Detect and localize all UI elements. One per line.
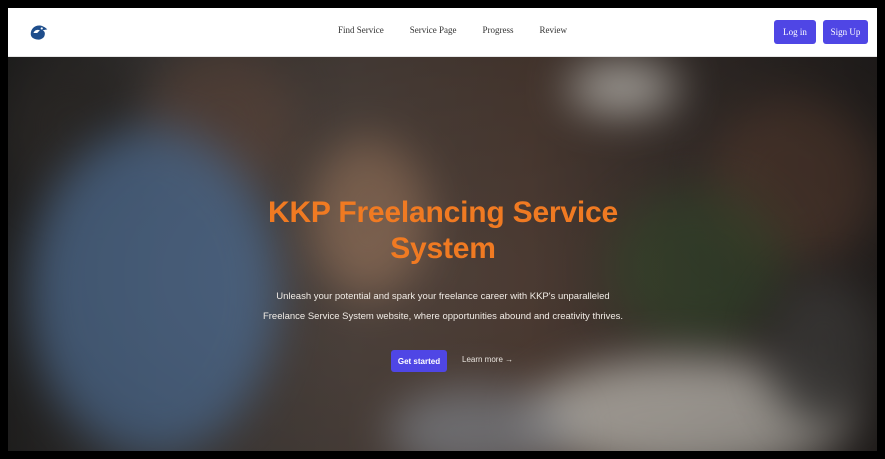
arrow-right-icon: → [505,355,514,364]
nav-progress[interactable]: Progress [482,25,513,35]
browser-viewport: Find Service Service Page Progress Revie… [8,8,877,451]
hero-subtitle-line-2: Freelance Service System website, where … [262,311,624,322]
get-started-button[interactable]: Get started [391,350,447,372]
hero-title: KKP Freelancing Service System [208,195,678,267]
top-navbar: Find Service Service Page Progress Revie… [8,8,877,57]
hero-subtitle: Unleash your potential and spark your fr… [238,287,648,327]
hero-title-line-2: System [390,232,496,265]
signup-button[interactable]: Sign Up [823,20,868,44]
nav-find-service[interactable]: Find Service [338,25,384,35]
main-nav: Find Service Service Page Progress Revie… [338,25,567,35]
learn-more-label: Learn more [462,355,503,364]
bird-logo-icon[interactable] [28,22,50,44]
nav-review[interactable]: Review [539,25,567,35]
learn-more-link[interactable]: Learn more → [462,355,513,364]
hero-section: KKP Freelancing Service System Unleash y… [8,57,877,451]
hero-subtitle-line-1: Unleash your potential and spark your fr… [276,291,610,302]
login-button[interactable]: Log in [774,20,816,44]
hero-title-line-1: KKP Freelancing Service [267,196,618,229]
nav-service-page[interactable]: Service Page [410,25,457,35]
